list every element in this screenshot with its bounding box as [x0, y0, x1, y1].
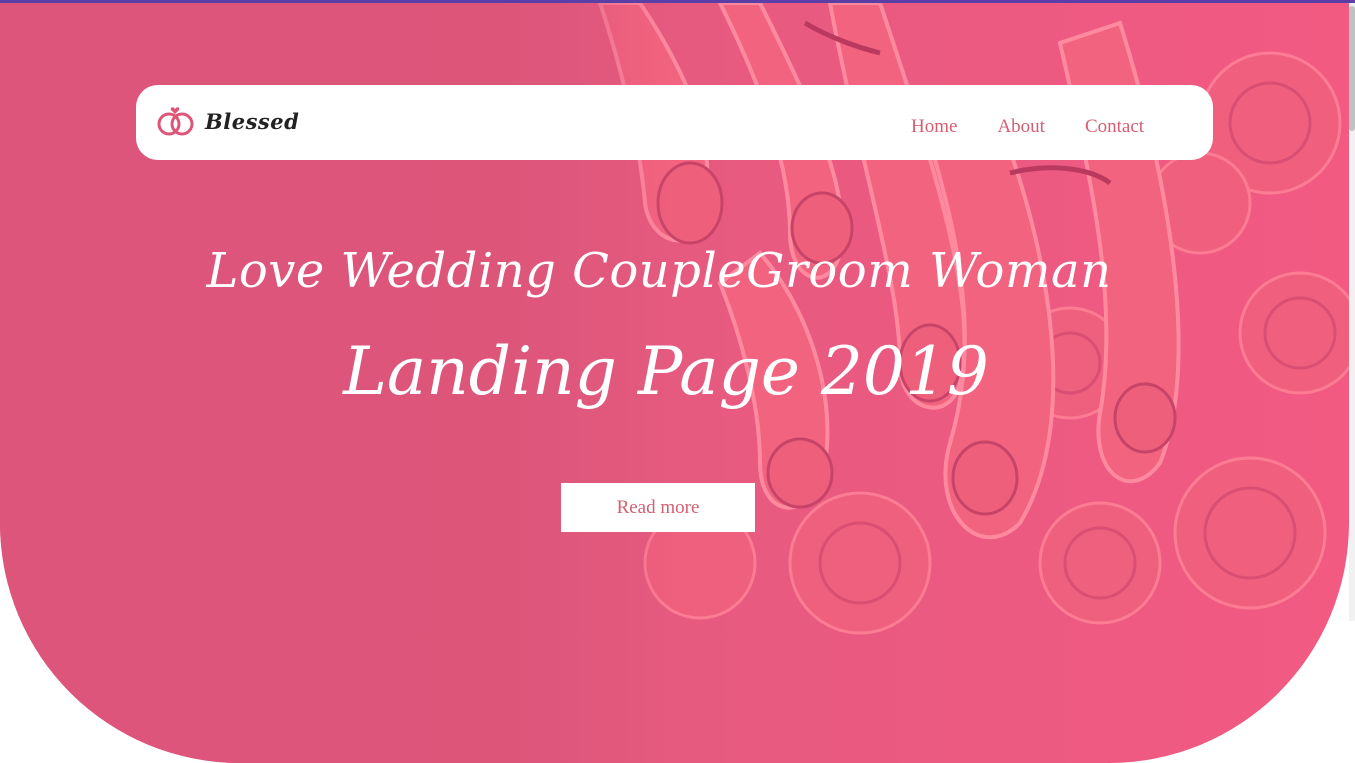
scrollbar-thumb[interactable]	[1349, 6, 1355, 131]
nav-links: Home About Contact	[890, 116, 1184, 138]
read-more-button[interactable]: Read more	[561, 483, 755, 532]
wedding-rings-icon	[157, 107, 194, 136]
nav-contact-link[interactable]: Contact	[1085, 116, 1144, 138]
page-scrollbar[interactable]	[1349, 3, 1355, 621]
nav-about-link[interactable]: About	[997, 116, 1045, 138]
hero-title: Love Wedding CoupleGroom Woman	[206, 243, 1112, 299]
nav-home-link[interactable]: Home	[911, 116, 957, 138]
brand-logo[interactable]: Blessed	[156, 105, 299, 137]
window-top-strip	[0, 0, 1355, 3]
brand-name: Blessed	[205, 108, 300, 134]
hero-subtitle: Landing Page 2019	[343, 333, 989, 410]
